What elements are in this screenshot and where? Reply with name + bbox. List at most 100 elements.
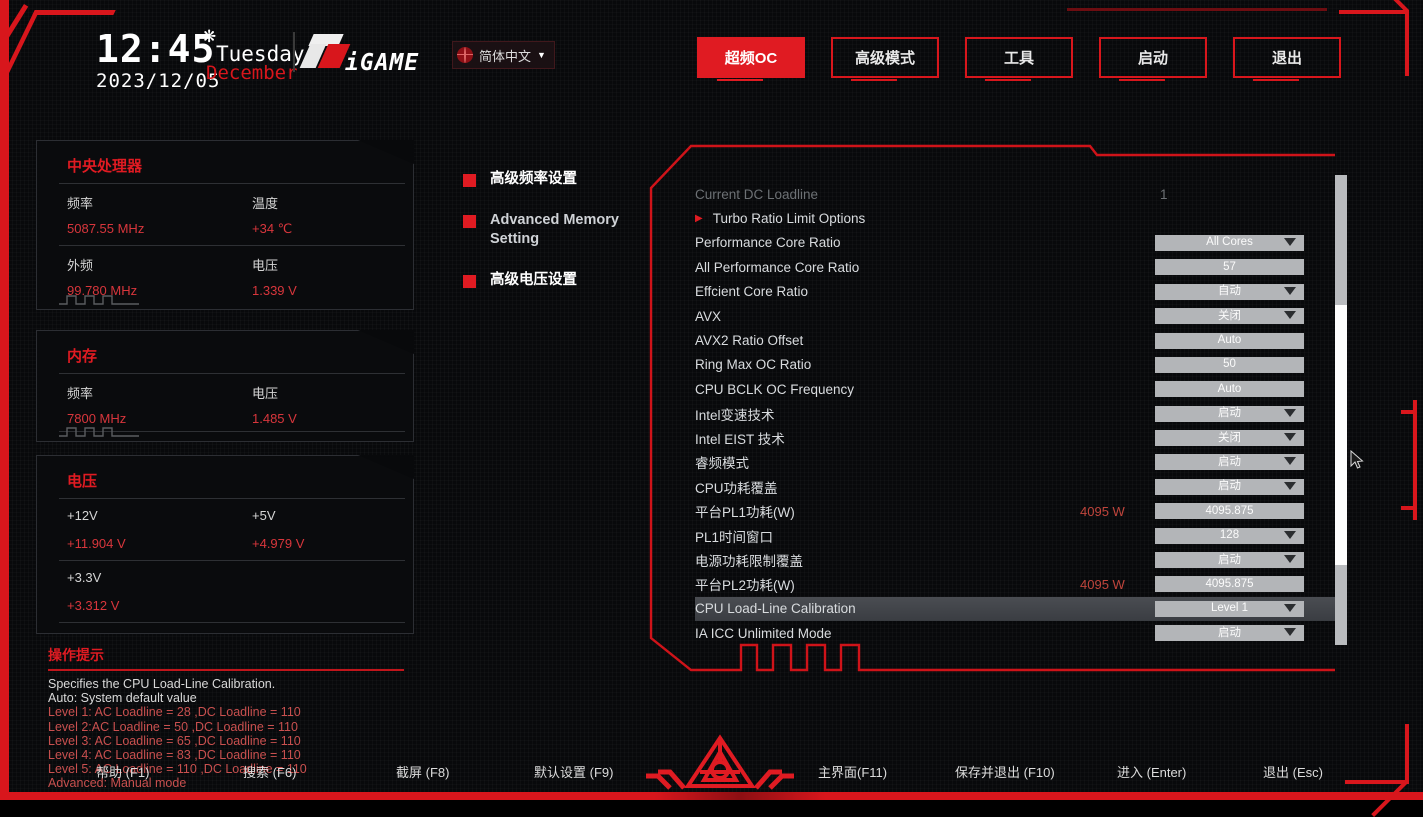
v5-value: +4.979 V — [252, 536, 305, 551]
chevron-down-icon — [1284, 237, 1296, 246]
settings-scrollbar[interactable] — [1335, 175, 1347, 645]
setting-row-platform-pl1[interactable]: 平台PL1功耗(W) 4095 W 4095.875 — [695, 499, 1335, 523]
fn-key-defaults[interactable]: 默认设置 (F9) — [534, 762, 613, 781]
setting-input[interactable]: 57 — [1155, 259, 1304, 276]
cpu-panel-title: 中央处理器 — [67, 158, 143, 175]
setting-row-intel-eist[interactable]: Intel EIST 技术 关闭 — [695, 426, 1335, 450]
fn-key-help[interactable]: 帮助 (F1) — [96, 762, 149, 781]
setting-dropdown[interactable]: 启动 — [1155, 405, 1304, 422]
cpu-info-panel: 中央处理器 频率 温度 5087.55 MHz +34 ℃ 外频 电压 99.7… — [36, 140, 414, 310]
setting-dropdown[interactable]: 128 — [1155, 527, 1304, 544]
fn-key-search[interactable]: 搜索 (F6) — [243, 762, 296, 781]
setting-row-platform-pl2[interactable]: 平台PL2功耗(W) 4095 W 4095.875 — [695, 572, 1335, 596]
setting-value: 启动 — [1218, 626, 1241, 639]
fn-key-enter[interactable]: 进入 (Enter) — [1117, 762, 1186, 781]
setting-dropdown[interactable]: 启动 — [1155, 478, 1304, 495]
setting-value: Auto — [1217, 382, 1242, 395]
setting-dropdown[interactable]: 启动 — [1155, 625, 1304, 642]
fn-key-main-page[interactable]: 主界面(F11) — [818, 762, 887, 781]
setting-row-current-dc-loadline: Current DC Loadline 1 — [695, 182, 1335, 206]
menu-item-advanced-frequency[interactable]: 高级频率设置 — [463, 170, 653, 189]
setting-row-power-limit-override[interactable]: 电源功耗限制覆盖 启动 — [695, 548, 1335, 572]
setting-value: 57 — [1223, 260, 1236, 273]
setting-dropdown[interactable]: 启动 — [1155, 454, 1304, 471]
section-menu: 高级频率设置 Advanced Memory Setting 高级电压设置 — [463, 170, 653, 312]
setting-row-turbo-ratio-limit-options[interactable]: ▶ Turbo Ratio Limit Options — [695, 206, 1335, 230]
v33-value: +3.312 V — [67, 598, 120, 613]
bullet-square-icon — [463, 215, 476, 228]
help-line: Specifies the CPU Load-Line Calibration. — [48, 677, 276, 691]
setting-row-avx[interactable]: AVX 关闭 — [695, 304, 1335, 328]
setting-label: 平台PL2功耗(W) — [695, 578, 795, 594]
setting-row-cpu-load-line-calibration[interactable]: CPU Load-Line Calibration Level 1 — [695, 596, 1335, 622]
setting-input[interactable]: Auto — [1155, 332, 1304, 349]
help-line: Level 4: AC Loadline = 83 ,DC Loadline =… — [48, 748, 301, 763]
setting-value: 128 — [1219, 529, 1240, 542]
scrollbar-thumb[interactable] — [1335, 305, 1347, 565]
setting-dropdown[interactable]: 关闭 — [1155, 308, 1304, 325]
panel-notch-decor — [59, 293, 139, 305]
mem-freq-label: 频率 — [67, 386, 94, 401]
nav-tab-boot[interactable]: 启动 — [1099, 37, 1207, 81]
nav-tab-advanced-label: 高级模式 — [854, 50, 915, 67]
setting-dropdown[interactable]: 启动 — [1155, 552, 1304, 569]
fn-key-screenshot[interactable]: 截屏 (F8) — [396, 762, 449, 781]
setting-label: AVX — [695, 308, 722, 324]
chevron-down-icon — [1284, 311, 1296, 320]
igame-wordmark: iGAME — [345, 50, 420, 76]
setting-input[interactable]: 4095.875 — [1155, 503, 1304, 520]
setting-label: Intel变速技术 — [695, 407, 775, 423]
chevron-down-icon — [1284, 408, 1296, 417]
setting-row-intel-speed-shift[interactable]: Intel变速技术 启动 — [695, 402, 1335, 426]
chevron-down-icon: ▼ — [537, 50, 546, 60]
settings-rows: Current DC Loadline 1 ▶ Turbo Ratio Limi… — [695, 182, 1335, 644]
nav-tab-exit[interactable]: 退出 — [1233, 37, 1341, 81]
fn-key-save-exit[interactable]: 保存并退出 (F10) — [955, 762, 1055, 781]
setting-dropdown[interactable]: 自动 — [1155, 283, 1304, 300]
setting-row-all-performance-core-ratio[interactable]: All Performance Core Ratio 57 — [695, 255, 1335, 279]
setting-row-performance-core-ratio[interactable]: Performance Core Ratio All Cores — [695, 231, 1335, 255]
setting-label: Turbo Ratio Limit Options — [712, 211, 866, 227]
chevron-down-icon — [1284, 286, 1296, 295]
nav-tab-tools-label: 工具 — [1003, 50, 1034, 67]
setting-label: 睿频模式 — [695, 456, 749, 472]
setting-row-avx2-ratio-offset[interactable]: AVX2 Ratio Offset Auto — [695, 328, 1335, 352]
menu-item-advanced-memory[interactable]: Advanced Memory Setting — [463, 211, 653, 249]
cpu-vcore-value: 1.339 V — [252, 283, 297, 298]
setting-value: 50 — [1223, 358, 1236, 371]
setting-label: Intel EIST 技术 — [695, 432, 785, 448]
setting-row-cpu-power-override[interactable]: CPU功耗覆盖 启动 — [695, 475, 1335, 499]
clock-month: December — [206, 62, 298, 84]
setting-row-effcient-core-ratio[interactable]: Effcient Core Ratio 自动 — [695, 280, 1335, 304]
setting-label: 平台PL1功耗(W) — [695, 505, 795, 521]
setting-label: CPU功耗覆盖 — [695, 480, 778, 496]
fn-key-esc[interactable]: 退出 (Esc) — [1263, 762, 1323, 781]
setting-label: Ring Max OC Ratio — [695, 357, 812, 373]
help-line: Auto: System default value — [48, 691, 197, 706]
chevron-right-icon: ▶ — [695, 213, 703, 225]
setting-value: Auto — [1217, 334, 1242, 347]
chevron-down-icon — [1284, 555, 1296, 564]
setting-label: 电源功耗限制覆盖 — [695, 554, 803, 570]
setting-row-ring-max-oc-ratio[interactable]: Ring Max OC Ratio 50 — [695, 353, 1335, 377]
setting-row-cpu-bclk-oc-frequency[interactable]: CPU BCLK OC Frequency Auto — [695, 377, 1335, 401]
setting-row-ia-icc-unlimited-mode[interactable]: IA ICC Unlimited Mode 启动 — [695, 621, 1335, 644]
setting-input[interactable]: Auto — [1155, 381, 1304, 398]
setting-value: 4095.875 — [1205, 504, 1254, 517]
setting-readonly-value: 1 — [1160, 186, 1168, 202]
setting-dropdown[interactable]: All Cores — [1155, 234, 1304, 251]
setting-dropdown[interactable]: Level 1 — [1155, 600, 1304, 617]
language-selector[interactable]: 简体中文 ▼ — [452, 41, 555, 69]
nav-tab-oc-label: 超频OC — [724, 50, 778, 67]
menu-item-advanced-voltage[interactable]: 高级电压设置 — [463, 271, 653, 290]
setting-dropdown[interactable]: 关闭 — [1155, 430, 1304, 447]
nav-tab-oc[interactable]: 超频OC — [697, 37, 805, 81]
menu-item-label: 高级电压设置 — [490, 272, 577, 288]
nav-tab-advanced[interactable]: 高级模式 — [831, 37, 939, 81]
setting-input[interactable]: 4095.875 — [1155, 576, 1304, 593]
header-divider — [293, 32, 295, 72]
nav-tab-tools[interactable]: 工具 — [965, 37, 1073, 81]
setting-input[interactable]: 50 — [1155, 356, 1304, 373]
setting-row-pl1-time-window[interactable]: PL1时间窗口 128 — [695, 523, 1335, 547]
setting-row-turbo-mode[interactable]: 睿频模式 启动 — [695, 450, 1335, 474]
